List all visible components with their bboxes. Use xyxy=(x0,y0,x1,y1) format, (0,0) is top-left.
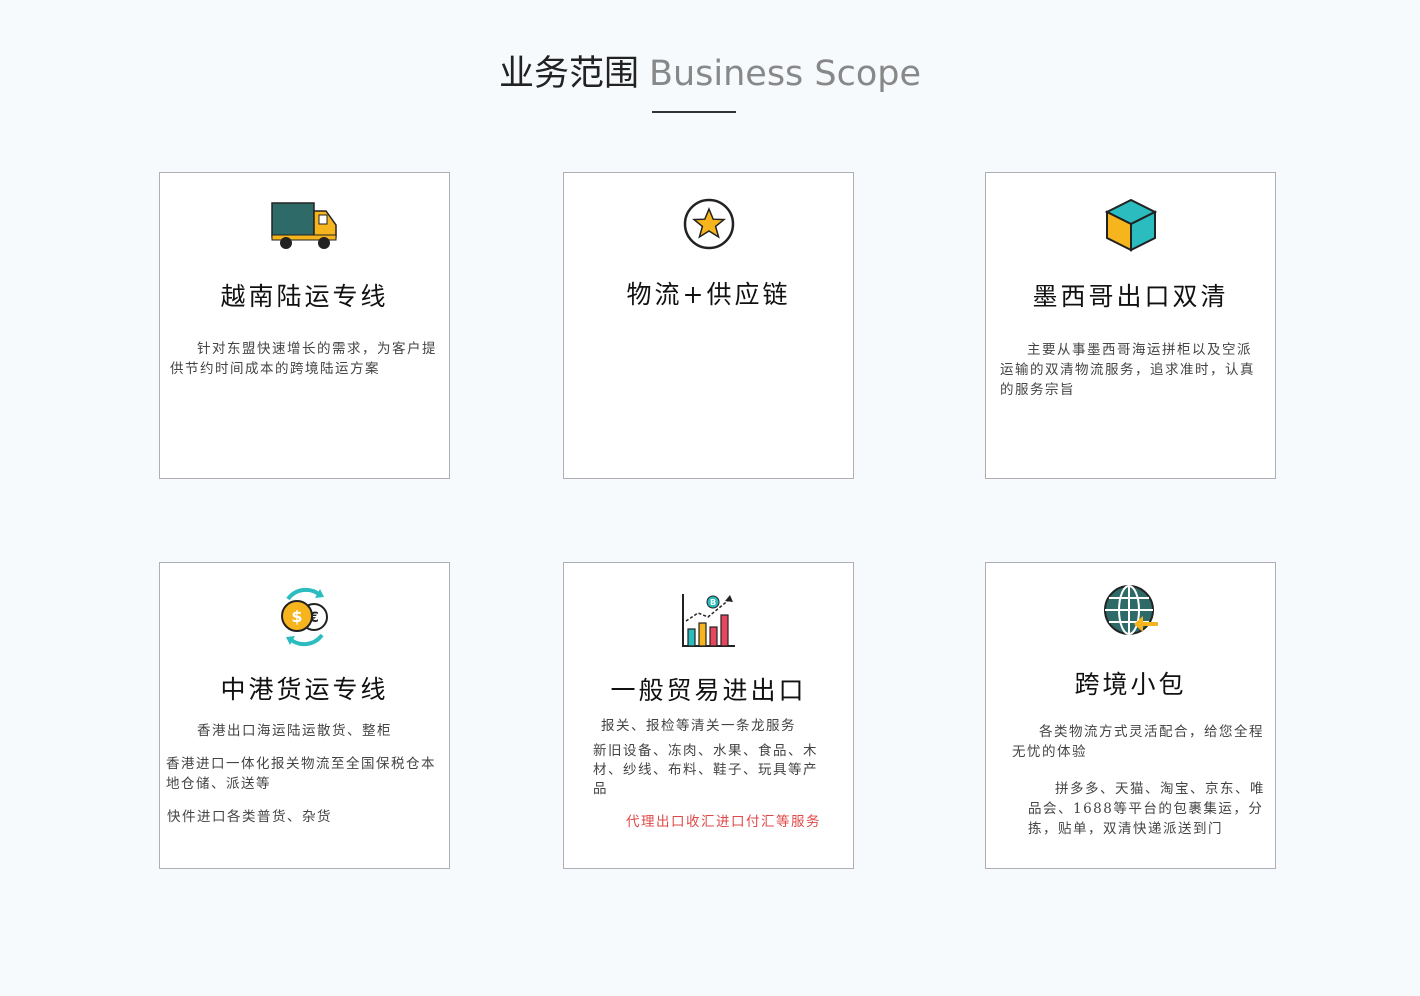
card-title: 越南陆运专线 xyxy=(220,282,389,311)
globe-arrow-icon xyxy=(986,583,1275,639)
title-underline xyxy=(652,111,736,113)
card-mexico-export[interactable]: 墨西哥出口双清 主要从事墨西哥海运拼柜以及空派运输的双清物流服务，追求准时，认真… xyxy=(985,172,1276,479)
section-title-en: Business Scope xyxy=(648,54,922,94)
card-desc-line-3: 代理出口收汇进口付汇等服务 xyxy=(626,814,821,830)
truck-icon xyxy=(160,197,449,253)
card-title: 物流+供应链 xyxy=(626,280,791,309)
currency-exchange-icon: € $ xyxy=(160,585,449,647)
card-desc-line-2: 新旧设备、冻肉、水果、食品、木材、纱线、布料、鞋子、玩具等产品 xyxy=(593,743,818,797)
card-desc-line-2: 拼多多、天猫、淘宝、京东、唯品会、1688等平台的包裹集运，分拣，贴单，双清快递… xyxy=(1028,781,1265,837)
card-cross-border-parcel[interactable]: 跨境小包 各类物流方式灵活配合，给您全程无忧的体验 拼多多、天猫、淘宝、京东、唯… xyxy=(985,562,1276,869)
card-desc: 针对东盟快速增长的需求，为客户提供节约时间成本的跨境陆运方案 xyxy=(170,341,437,377)
card-logistics-supply-chain[interactable]: 物流+供应链 xyxy=(563,172,854,479)
card-desc-line-1: 报关、报检等清关一条龙服务 xyxy=(601,718,796,734)
card-vietnam-land[interactable]: 越南陆运专线 针对东盟快速增长的需求，为客户提供节约时间成本的跨境陆运方案 xyxy=(159,172,450,479)
card-desc-line-2: 香港进口一体化报关物流至全国保税仓本地仓储、派送等 xyxy=(166,756,436,792)
card-desc: 主要从事墨西哥海运拼柜以及空派运输的双清物流服务，追求准时，认真的服务宗旨 xyxy=(1000,342,1255,398)
card-title: 墨西哥出口双清 xyxy=(1032,282,1229,311)
card-desc-line-1: 各类物流方式灵活配合，给您全程无忧的体验 xyxy=(1012,724,1264,760)
section-title-cn: 业务范围 xyxy=(498,54,639,94)
card-desc-line-1: 香港出口海运陆运散货、整柜 xyxy=(197,723,392,739)
star-badge-icon xyxy=(564,197,853,251)
bar-chart-growth-icon: B xyxy=(564,591,853,649)
svg-text:$: $ xyxy=(291,607,302,626)
card-general-trade[interactable]: B 一般贸易进出口 报关、报检等清关一条龙服务 新旧设备、冻肉、水果、食品、木材… xyxy=(563,562,854,869)
svg-text:B: B xyxy=(709,598,715,607)
card-title: 跨境小包 xyxy=(1074,670,1187,699)
card-china-hk-freight[interactable]: € $ 中港货运专线 香港出口海运陆运散货、整柜 香港进口一体化报关物流至全国保… xyxy=(159,562,450,869)
card-title: 中港货运专线 xyxy=(220,675,389,704)
cube-icon xyxy=(986,197,1275,253)
section-title: 业务范围 Business Scope xyxy=(0,50,1420,98)
card-title: 一般贸易进出口 xyxy=(610,676,807,705)
card-desc-line-3: 快件进口各类普货、杂货 xyxy=(167,809,332,825)
